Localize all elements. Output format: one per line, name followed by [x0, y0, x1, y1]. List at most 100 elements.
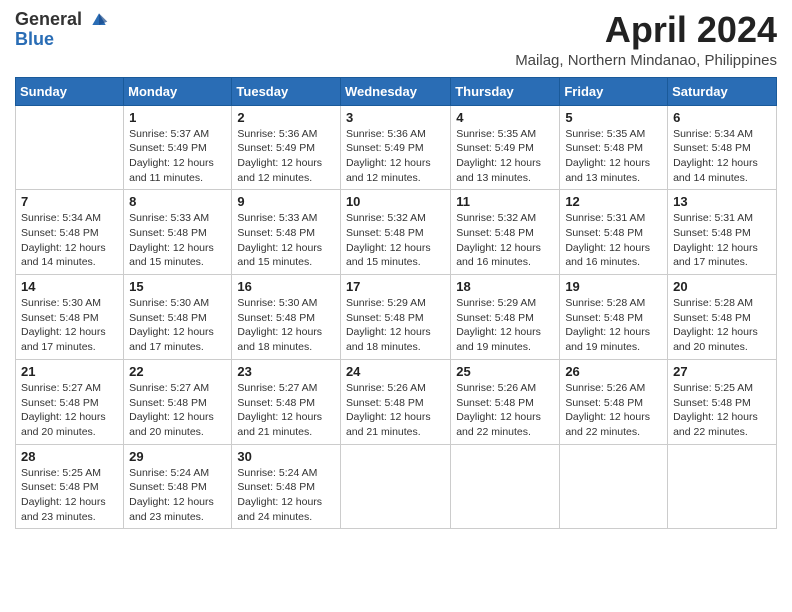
calendar-cell: 14 Sunrise: 5:30 AMSunset: 5:48 PMDayligh…: [16, 275, 124, 360]
day-number: 7: [21, 194, 118, 209]
day-info: Sunrise: 5:28 AMSunset: 5:48 PMDaylight:…: [673, 296, 771, 355]
calendar-week-row: 21 Sunrise: 5:27 AMSunset: 5:48 PMDayligh…: [16, 359, 777, 444]
calendar-cell: 28 Sunrise: 5:25 AMSunset: 5:48 PMDayligh…: [16, 444, 124, 529]
calendar-cell: 26 Sunrise: 5:26 AMSunset: 5:48 PMDayligh…: [560, 359, 668, 444]
day-number: 13: [673, 194, 771, 209]
day-number: 24: [346, 364, 445, 379]
day-info: Sunrise: 5:30 AMSunset: 5:48 PMDaylight:…: [237, 296, 335, 355]
calendar-cell: 3Sunrise: 5:36 AMSunset: 5:49 PMDaylight…: [340, 105, 450, 190]
day-info: Sunrise: 5:37 AMSunset: 5:49 PMDaylight:…: [129, 127, 226, 186]
day-number: 30: [237, 449, 335, 464]
day-info: Sunrise: 5:26 AMSunset: 5:48 PMDaylight:…: [565, 381, 662, 440]
calendar-cell: 9 Sunrise: 5:33 AMSunset: 5:48 PMDaylight…: [232, 190, 341, 275]
calendar-cell: 13Sunrise: 5:31 AMSunset: 5:48 PMDayligh…: [668, 190, 777, 275]
day-info: Sunrise: 5:24 AMSunset: 5:48 PMDaylight:…: [237, 466, 335, 525]
calendar-cell: 10 Sunrise: 5:32 AMSunset: 5:48 PMDayligh…: [340, 190, 450, 275]
day-number: 4: [456, 110, 554, 125]
day-info: Sunrise: 5:36 AMSunset: 5:49 PMDaylight:…: [237, 127, 335, 186]
calendar-cell: 4Sunrise: 5:35 AMSunset: 5:49 PMDaylight…: [451, 105, 560, 190]
day-info: Sunrise: 5:33 AMSunset: 5:48 PMDaylight:…: [237, 211, 335, 270]
calendar-header-row: SundayMondayTuesdayWednesdayThursdayFrid…: [16, 77, 777, 105]
day-info: Sunrise: 5:29 AMSunset: 5:48 PMDaylight:…: [456, 296, 554, 355]
calendar-cell: 1 Sunrise: 5:37 AMSunset: 5:49 PMDaylight…: [124, 105, 232, 190]
header-sunday: Sunday: [16, 77, 124, 105]
day-number: 18: [456, 279, 554, 294]
day-info: Sunrise: 5:29 AMSunset: 5:48 PMDaylight:…: [346, 296, 445, 355]
day-info: Sunrise: 5:25 AMSunset: 5:48 PMDaylight:…: [21, 466, 118, 525]
page-header: General Blue April 2024 Mailag, Northern…: [15, 10, 777, 69]
day-info: Sunrise: 5:34 AMSunset: 5:48 PMDaylight:…: [21, 211, 118, 270]
calendar-cell: 21Sunrise: 5:27 AMSunset: 5:48 PMDayligh…: [16, 359, 124, 444]
calendar-week-row: 7 Sunrise: 5:34 AMSunset: 5:48 PMDaylight…: [16, 190, 777, 275]
day-info: Sunrise: 5:26 AMSunset: 5:48 PMDaylight:…: [456, 381, 554, 440]
calendar-cell: 6 Sunrise: 5:34 AMSunset: 5:48 PMDaylight…: [668, 105, 777, 190]
day-info: Sunrise: 5:24 AMSunset: 5:48 PMDaylight:…: [129, 466, 226, 525]
calendar-cell: 30 Sunrise: 5:24 AMSunset: 5:48 PMDayligh…: [232, 444, 341, 529]
day-number: 16: [237, 279, 335, 294]
day-info: Sunrise: 5:27 AMSunset: 5:48 PMDaylight:…: [129, 381, 226, 440]
day-number: 1: [129, 110, 226, 125]
calendar-week-row: 28 Sunrise: 5:25 AMSunset: 5:48 PMDayligh…: [16, 444, 777, 529]
calendar-cell: 20 Sunrise: 5:28 AMSunset: 5:48 PMDayligh…: [668, 275, 777, 360]
day-number: 3: [346, 110, 445, 125]
header-friday: Friday: [560, 77, 668, 105]
calendar-cell: 5 Sunrise: 5:35 AMSunset: 5:48 PMDaylight…: [560, 105, 668, 190]
location-subtitle: Mailag, Northern Mindanao, Philippines: [515, 52, 777, 69]
day-info: Sunrise: 5:34 AMSunset: 5:48 PMDaylight:…: [673, 127, 771, 186]
day-number: 20: [673, 279, 771, 294]
calendar-cell: [560, 444, 668, 529]
calendar-cell: [451, 444, 560, 529]
day-number: 28: [21, 449, 118, 464]
day-number: 22: [129, 364, 226, 379]
day-number: 6: [673, 110, 771, 125]
day-info: Sunrise: 5:27 AMSunset: 5:48 PMDaylight:…: [237, 381, 335, 440]
header-thursday: Thursday: [451, 77, 560, 105]
day-number: 15: [129, 279, 226, 294]
day-info: Sunrise: 5:35 AMSunset: 5:48 PMDaylight:…: [565, 127, 662, 186]
calendar-cell: 15Sunrise: 5:30 AMSunset: 5:48 PMDayligh…: [124, 275, 232, 360]
day-info: Sunrise: 5:25 AMSunset: 5:48 PMDaylight:…: [673, 381, 771, 440]
month-title: April 2024: [515, 10, 777, 50]
calendar-cell: 27Sunrise: 5:25 AMSunset: 5:48 PMDayligh…: [668, 359, 777, 444]
day-number: 9: [237, 194, 335, 209]
day-number: 14: [21, 279, 118, 294]
calendar-cell: 17 Sunrise: 5:29 AMSunset: 5:48 PMDayligh…: [340, 275, 450, 360]
day-info: Sunrise: 5:32 AMSunset: 5:48 PMDaylight:…: [456, 211, 554, 270]
calendar-cell: 24 Sunrise: 5:26 AMSunset: 5:48 PMDayligh…: [340, 359, 450, 444]
logo: General Blue: [15, 10, 109, 50]
calendar-cell: 22 Sunrise: 5:27 AMSunset: 5:48 PMDayligh…: [124, 359, 232, 444]
day-info: Sunrise: 5:30 AMSunset: 5:48 PMDaylight:…: [21, 296, 118, 355]
header-wednesday: Wednesday: [340, 77, 450, 105]
title-area: April 2024 Mailag, Northern Mindanao, Ph…: [515, 10, 777, 69]
logo-general: General: [15, 10, 109, 30]
day-info: Sunrise: 5:28 AMSunset: 5:48 PMDaylight:…: [565, 296, 662, 355]
day-info: Sunrise: 5:31 AMSunset: 5:48 PMDaylight:…: [565, 211, 662, 270]
calendar-week-row: 1 Sunrise: 5:37 AMSunset: 5:49 PMDaylight…: [16, 105, 777, 190]
day-number: 21: [21, 364, 118, 379]
header-monday: Monday: [124, 77, 232, 105]
day-number: 29: [129, 449, 226, 464]
day-info: Sunrise: 5:33 AMSunset: 5:48 PMDaylight:…: [129, 211, 226, 270]
calendar-cell: 23Sunrise: 5:27 AMSunset: 5:48 PMDayligh…: [232, 359, 341, 444]
day-info: Sunrise: 5:32 AMSunset: 5:48 PMDaylight:…: [346, 211, 445, 270]
day-number: 17: [346, 279, 445, 294]
calendar-cell: [16, 105, 124, 190]
calendar-cell: 7 Sunrise: 5:34 AMSunset: 5:48 PMDaylight…: [16, 190, 124, 275]
day-number: 10: [346, 194, 445, 209]
calendar-cell: 29 Sunrise: 5:24 AMSunset: 5:48 PMDayligh…: [124, 444, 232, 529]
header-tuesday: Tuesday: [232, 77, 341, 105]
day-number: 26: [565, 364, 662, 379]
day-number: 5: [565, 110, 662, 125]
calendar-cell: 25 Sunrise: 5:26 AMSunset: 5:48 PMDayligh…: [451, 359, 560, 444]
day-number: 19: [565, 279, 662, 294]
calendar-cell: 16 Sunrise: 5:30 AMSunset: 5:48 PMDayligh…: [232, 275, 341, 360]
day-number: 12: [565, 194, 662, 209]
calendar-cell: [340, 444, 450, 529]
calendar-cell: 19 Sunrise: 5:28 AMSunset: 5:48 PMDayligh…: [560, 275, 668, 360]
calendar-cell: 18 Sunrise: 5:29 AMSunset: 5:48 PMDayligh…: [451, 275, 560, 360]
day-info: Sunrise: 5:26 AMSunset: 5:48 PMDaylight:…: [346, 381, 445, 440]
day-number: 25: [456, 364, 554, 379]
logo-blue: Blue: [15, 30, 109, 50]
day-number: 8: [129, 194, 226, 209]
calendar-cell: 8 Sunrise: 5:33 AMSunset: 5:48 PMDaylight…: [124, 190, 232, 275]
